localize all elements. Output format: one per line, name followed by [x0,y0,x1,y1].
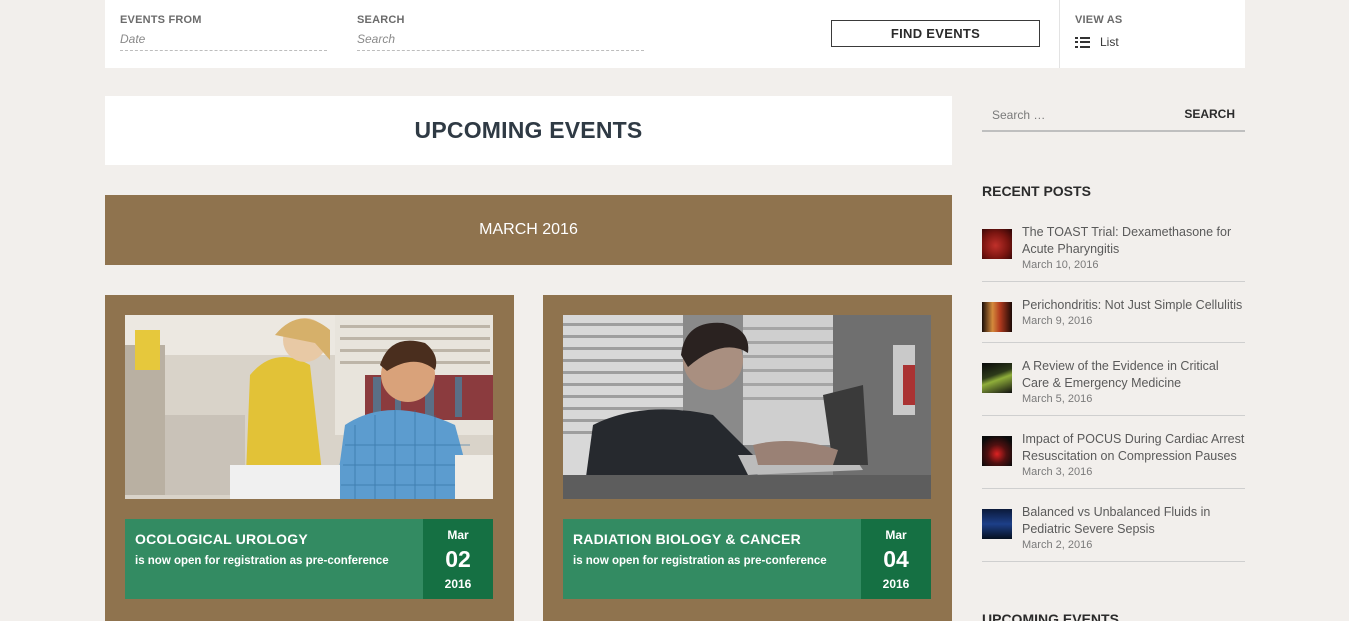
sidebar-search-button[interactable]: SEARCH [1184,107,1235,121]
sidebar-search-input[interactable]: Search … [992,108,1045,122]
post-title[interactable]: Impact of POCUS During Cardiac Arrest Re… [1022,431,1245,465]
recent-post-item[interactable]: Perichondritis: Not Just Simple Cellulit… [982,297,1245,343]
event-title[interactable]: OCOLOGICAL UROLOGY [135,531,308,547]
page-title: UPCOMING EVENTS [414,117,643,143]
find-events-button[interactable]: FIND EVENTS [831,20,1040,47]
recent-post-item[interactable]: A Review of the Evidence in Critical Car… [982,358,1245,416]
post-title[interactable]: A Review of the Evidence in Critical Car… [1022,358,1245,392]
upcoming-events-heading: UPCOMING EVENTS [982,611,1119,621]
event-date-badge: Mar 02 2016 [423,519,493,599]
event-info[interactable]: OCOLOGICAL UROLOGY is now open for regis… [125,519,493,599]
post-date: March 2, 2016 [1022,539,1093,551]
recent-post-item[interactable]: The TOAST Trial: Dexamethasone for Acute… [982,224,1245,282]
post-date: March 10, 2016 [1022,259,1099,271]
month-separator: MARCH 2016 [105,195,952,265]
event-card[interactable]: RADIATION BIOLOGY & CANCER is now open f… [543,295,952,621]
post-date: March 3, 2016 [1022,466,1093,478]
event-day: 02 [445,546,471,572]
event-search-input[interactable]: Search [357,32,644,51]
event-search-group: SEARCH Search [357,14,644,51]
view-option-label: List [1100,35,1119,49]
sidebar-search: Search … SEARCH [982,96,1245,132]
event-year: 2016 [444,577,472,591]
page-title-box: UPCOMING EVENTS [105,96,952,165]
month-heading: MARCH 2016 [479,221,578,238]
recent-post-item[interactable]: Impact of POCUS During Cardiac Arrest Re… [982,431,1245,489]
event-card[interactable]: OCOLOGICAL UROLOGY is now open for regis… [105,295,514,621]
post-thumbnail[interactable] [982,436,1012,466]
view-list-option[interactable]: List [1075,35,1122,49]
event-month: Mar [885,528,907,542]
post-date: March 5, 2016 [1022,393,1093,405]
post-date: March 9, 2016 [1022,315,1093,327]
post-title[interactable]: Perichondritis: Not Just Simple Cellulit… [1022,297,1245,314]
event-image[interactable] [125,315,493,499]
event-date-badge: Mar 04 2016 [861,519,931,599]
event-year: 2016 [882,577,910,591]
event-day: 04 [883,546,909,572]
view-as-label: VIEW AS [1075,14,1123,26]
recent-posts-heading: RECENT POSTS [982,183,1091,199]
events-from-group: EVENTS FROM Date [120,14,327,51]
events-from-label: EVENTS FROM [120,14,202,26]
recent-post-item[interactable]: Balanced vs Unbalanced Fluids in Pediatr… [982,504,1245,562]
event-filter-bar: EVENTS FROM Date SEARCH Search FIND EVEN… [105,0,1245,68]
post-title[interactable]: Balanced vs Unbalanced Fluids in Pediatr… [1022,504,1245,538]
view-as-group: VIEW AS List [1075,14,1122,49]
list-icon [1075,36,1090,48]
event-info[interactable]: RADIATION BIOLOGY & CANCER is now open f… [563,519,931,599]
event-image[interactable] [563,315,931,499]
event-month: Mar [447,528,469,542]
event-search-label: SEARCH [357,14,405,26]
event-title[interactable]: RADIATION BIOLOGY & CANCER [573,531,801,547]
post-thumbnail[interactable] [982,302,1012,332]
post-thumbnail[interactable] [982,229,1012,259]
event-subtitle: is now open for registration as pre-conf… [135,555,389,567]
post-thumbnail[interactable] [982,509,1012,539]
date-input[interactable]: Date [120,32,327,51]
post-thumbnail[interactable] [982,363,1012,393]
post-title[interactable]: The TOAST Trial: Dexamethasone for Acute… [1022,224,1245,258]
event-subtitle: is now open for registration as pre-conf… [573,555,827,567]
divider [1059,0,1060,68]
